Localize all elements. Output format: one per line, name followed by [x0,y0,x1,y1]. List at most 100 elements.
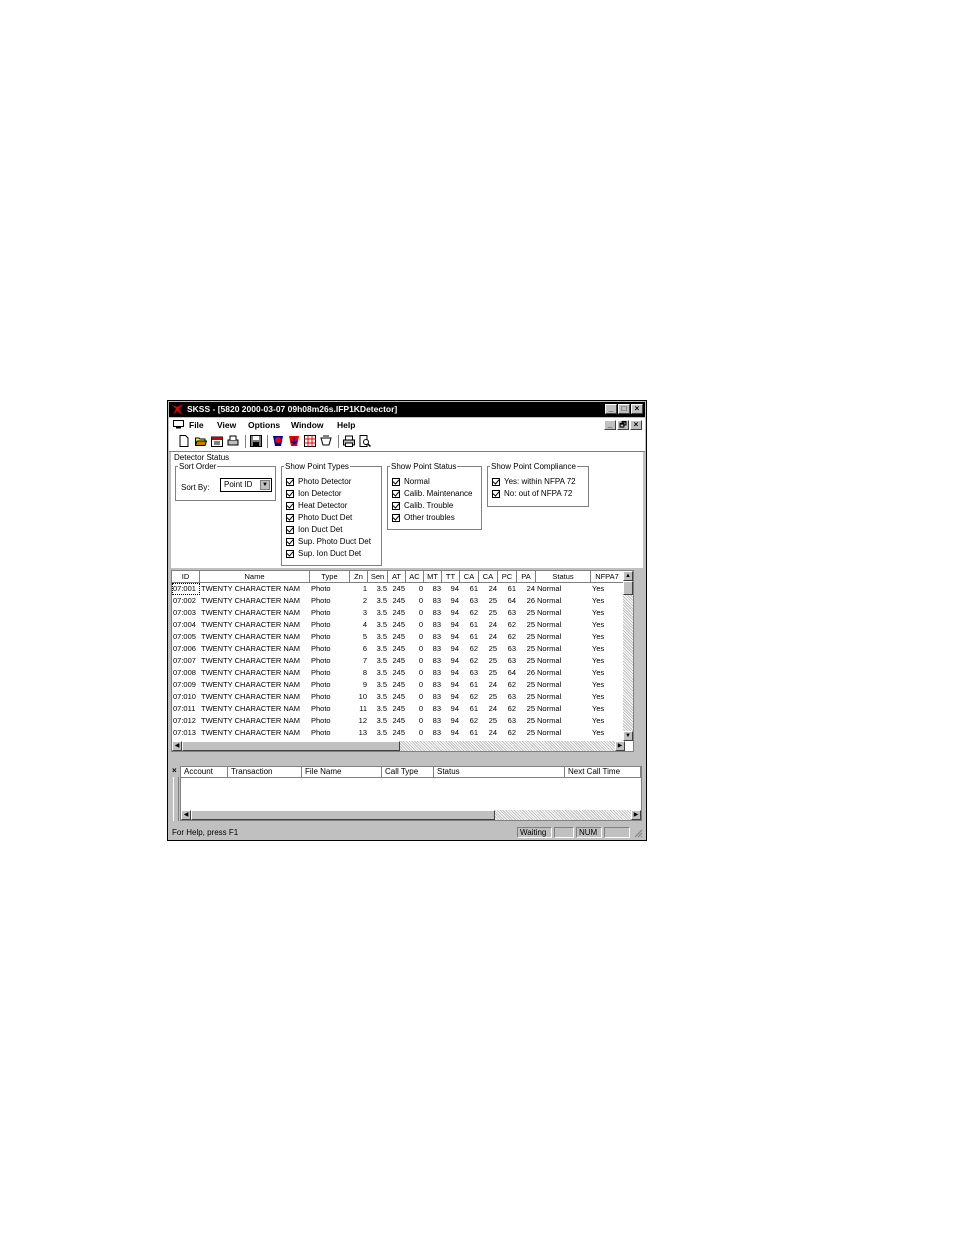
column-header-sen[interactable]: Sen [368,571,388,583]
print-preview-icon[interactable] [359,435,371,447]
scroll-up-icon[interactable]: ▲ [623,571,633,581]
column-header-type[interactable]: Type [310,571,350,583]
detector-red-icon[interactable] [272,435,284,447]
checkbox-within-nfpa[interactable]: Yes: within NFPA 72 [492,477,576,486]
column-header-at[interactable]: AT [388,571,406,583]
checkbox-icon[interactable] [492,477,500,486]
column-header-pc[interactable]: PC [498,571,517,583]
checkbox-calib-maintenance[interactable]: Calib. Maintenance [392,489,472,498]
checkbox-other-troubles[interactable]: Other troubles [392,513,455,522]
title-bar[interactable]: SKSS - [5820 2000-03-07 09h08m26s.IFP1KD… [169,402,645,417]
column-next-call-time[interactable]: Next Call Time [565,767,641,778]
scroll-right-icon[interactable]: ▶ [615,741,625,751]
column-header-nfpa[interactable]: NFPA7 [591,571,624,583]
column-header-ca1[interactable]: CA [460,571,479,583]
grid-red-icon[interactable] [304,435,316,447]
column-header-tt[interactable]: TT [442,571,460,583]
checkbox-ion-detector[interactable]: Ion Detector [286,489,342,498]
gripper-handle[interactable] [173,777,179,821]
checkbox-icon[interactable] [286,525,294,534]
checkbox-photo-detector[interactable]: Photo Detector [286,477,351,486]
grid-horizontal-scrollbar[interactable]: ◀ ▶ [172,741,625,751]
column-header-ac[interactable]: AC [406,571,424,583]
column-header-mt[interactable]: MT [424,571,442,583]
checkbox-icon[interactable] [492,489,500,498]
checkbox-icon[interactable] [392,489,400,498]
checkbox-heat-detector[interactable]: Heat Detector [286,501,347,510]
sort-by-select[interactable]: Point ID ▼ [220,478,272,492]
resize-grip-icon[interactable] [633,828,643,838]
scroll-right-icon[interactable]: ▶ [631,810,641,820]
column-header-name[interactable]: Name [200,571,310,583]
column-header-id[interactable]: ID [172,571,200,583]
column-status[interactable]: Status [434,767,565,778]
checkbox-normal[interactable]: Normal [392,477,430,486]
menu-window[interactable]: Window [291,420,324,430]
table-row[interactable]: 07:001 TWENTY CHARACTER NAM Photo 1 3.5 245 0 8… [172,583,624,595]
checkbox-icon[interactable] [286,549,294,558]
checkbox-sup-ion-duct-det[interactable]: Sup. Ion Duct Det [286,549,361,558]
child-minimize-button[interactable]: _ [604,420,616,430]
save-icon[interactable] [250,435,262,447]
column-header-zn[interactable]: Zn [350,571,368,583]
column-header-pa[interactable]: PA [517,571,536,583]
checkbox-icon[interactable] [392,501,400,510]
checkbox-icon[interactable] [286,489,294,498]
column-header-ca2[interactable]: CA [479,571,498,583]
table-row[interactable]: 07:006 TWENTY CHARACTER NAM Photo 6 3.5 245 0 8… [172,643,624,655]
scroll-left-icon[interactable]: ◀ [172,741,182,751]
menu-view[interactable]: View [217,420,236,430]
table-row[interactable]: 07:011 TWENTY CHARACTER NAM Photo 11 3.5 245 0… [172,703,624,715]
minimize-button[interactable]: _ [605,404,617,414]
menu-file[interactable]: File [189,420,204,430]
document-menu-icon[interactable] [173,420,184,429]
table-row[interactable]: 07:005 TWENTY CHARACTER NAM Photo 5 3.5 245 0 8… [172,631,624,643]
column-header-status[interactable]: Status [536,571,591,583]
checkbox-icon[interactable] [286,501,294,510]
print-icon[interactable] [343,435,355,447]
child-restore-button[interactable]: 🗗 [617,420,629,430]
chevron-down-icon[interactable]: ▼ [260,480,270,490]
menu-help[interactable]: Help [337,420,355,430]
open-icon[interactable] [195,435,207,447]
column-file-name[interactable]: File Name [302,767,382,778]
checkbox-out-of-nfpa[interactable]: No: out of NFPA 72 [492,489,572,498]
table-row[interactable]: 07:002 TWENTY CHARACTER NAM Photo 2 3.5 245 0 8… [172,595,624,607]
print-setup-icon[interactable] [227,435,239,447]
detector-down-icon[interactable] [288,435,300,447]
detector-flag-icon[interactable] [320,435,332,447]
checkbox-icon[interactable] [286,537,294,546]
close-icon[interactable]: × [172,766,177,775]
call-list-horizontal-scrollbar[interactable]: ◀ ▶ [181,810,641,820]
column-call-type[interactable]: Call Type [382,767,434,778]
table-row[interactable]: 07:008 TWENTY CHARACTER NAM Photo 8 3.5 245 0 8… [172,667,624,679]
checkbox-icon[interactable] [286,477,294,486]
checkbox-sup-photo-duct-det[interactable]: Sup. Photo Duct Det [286,537,371,546]
child-close-button[interactable]: × [630,420,642,430]
menu-options[interactable]: Options [248,420,280,430]
table-row[interactable]: 07:003 TWENTY CHARACTER NAM Photo 3 3.5 245 0 8… [172,607,624,619]
column-transaction[interactable]: Transaction [228,767,302,778]
table-row[interactable]: 07:013 TWENTY CHARACTER NAM Photo 13 3.5 245 0… [172,727,624,739]
scroll-down-icon[interactable]: ▼ [623,731,633,741]
checkbox-photo-duct-det[interactable]: Photo Duct Det [286,513,352,522]
new-icon[interactable] [178,435,190,447]
scroll-left-icon[interactable]: ◀ [181,810,191,820]
checkbox-icon[interactable] [392,513,400,522]
checkbox-ion-duct-det[interactable]: Ion Duct Det [286,525,342,534]
table-row[interactable]: 07:004 TWENTY CHARACTER NAM Photo 4 3.5 245 0 8… [172,619,624,631]
checkbox-icon[interactable] [392,477,400,486]
scroll-thumb[interactable] [191,810,495,820]
column-account[interactable]: Account [181,767,228,778]
checkbox-icon[interactable] [286,513,294,522]
table-row[interactable]: 07:010 TWENTY CHARACTER NAM Photo 10 3.5 245 0… [172,691,624,703]
table-row[interactable]: 07:007 TWENTY CHARACTER NAM Photo 7 3.5 245 0 8… [172,655,624,667]
table-row[interactable]: 07:012 TWENTY CHARACTER NAM Photo 12 3.5 245 0… [172,715,624,727]
maximize-button[interactable]: □ [618,404,630,414]
scroll-thumb[interactable] [623,581,633,595]
calendar-icon[interactable] [211,435,223,447]
table-row[interactable]: 07:009 TWENTY CHARACTER NAM Photo 9 3.5 245 0 8… [172,679,624,691]
scroll-thumb[interactable] [182,741,400,751]
grid-vertical-scrollbar[interactable]: ▲ ▼ [623,571,633,741]
checkbox-calib-trouble[interactable]: Calib. Trouble [392,501,453,510]
